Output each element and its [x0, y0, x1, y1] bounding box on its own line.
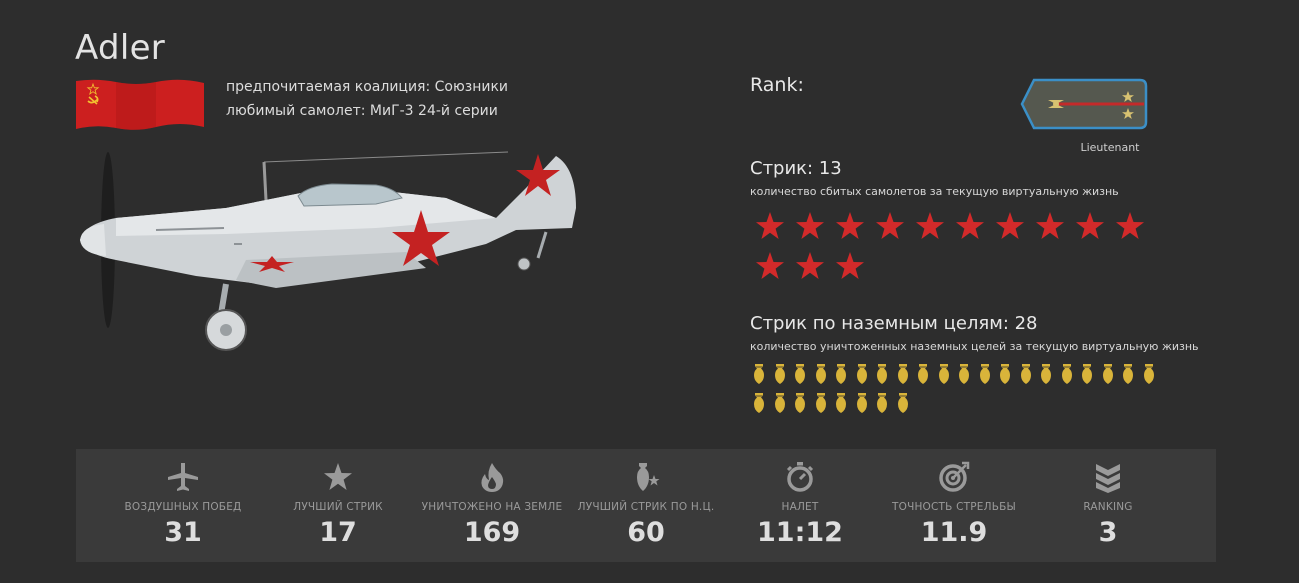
red-star-icon [794, 250, 826, 282]
red-star-icon [754, 210, 786, 242]
red-star-icon [994, 210, 1026, 242]
red-star-icon [954, 210, 986, 242]
bomb-icon [1102, 364, 1114, 384]
air-streak-title: Стрик: 13 [750, 158, 842, 179]
bomb-icon [999, 364, 1011, 384]
bomb-icon [1122, 364, 1134, 384]
red-star-icon [1114, 210, 1146, 242]
stat-value: 3 [1098, 517, 1118, 548]
stat-label: налет [781, 501, 819, 513]
stat-value: 169 [463, 517, 521, 548]
favorite-plane: любимый самолет: МиГ-3 24-й серии [226, 103, 498, 119]
stat-value: 31 [164, 517, 202, 548]
stat-value: 17 [319, 517, 357, 548]
bomb-icon [1040, 364, 1052, 384]
bomb-icon [979, 364, 991, 384]
star-icon [324, 463, 352, 490]
stat-label: ranking [1083, 501, 1133, 513]
stat-label: воздушных побед [124, 501, 242, 513]
bomb-icon [1081, 364, 1093, 384]
epaulette-icon [1020, 76, 1148, 132]
ground-streak-description: количество уничтоженных наземных целей з… [750, 340, 1199, 353]
red-star-icon [1074, 210, 1106, 242]
bomb-icon [794, 393, 806, 413]
plane-icon [168, 463, 198, 491]
bomb-icon [835, 393, 847, 413]
bomb-icon [856, 393, 868, 413]
preferred-coalition: предпочитаемая коалиция: Союзники [226, 79, 509, 95]
fire-icon [481, 463, 504, 492]
mig-3-aircraft-icon [76, 148, 580, 354]
bomb-icon [1143, 364, 1155, 384]
bomb-star-icon [637, 463, 660, 491]
bomb-icon [835, 364, 847, 384]
rank-name: Lieutenant [1080, 141, 1140, 154]
stat-label: лучший стрик [293, 501, 383, 513]
bomb-icon [815, 393, 827, 413]
bomb-icon [876, 364, 888, 384]
red-star-icon [874, 210, 906, 242]
red-star-icon [754, 250, 786, 282]
bomb-icon [753, 364, 765, 384]
bomb-icon [917, 364, 929, 384]
rank-chevron-icon [1096, 464, 1120, 493]
bomb-icon [876, 393, 888, 413]
stat-value: 11:12 [757, 517, 843, 548]
bomb-icon [1020, 364, 1032, 384]
stat-label: лучший стрик по н.ц. [577, 501, 715, 513]
pilot-name: Adler [75, 28, 166, 68]
stats-bar: воздушных побед 31 лучший стрик 17 уничт… [76, 449, 1216, 562]
red-star-icon [834, 250, 866, 282]
stat-label: точность стрельбы [891, 501, 1016, 513]
bomb-icon [897, 393, 909, 413]
bomb-icon [856, 364, 868, 384]
bomb-icon [753, 393, 765, 413]
red-star-icon [794, 210, 826, 242]
rank-label: Rank: [750, 74, 804, 96]
red-star-icon [1034, 210, 1066, 242]
air-streak-description: количество сбитых самолетов за текущую в… [750, 185, 1119, 198]
ground-streak-bombs [753, 364, 1163, 422]
bomb-icon [774, 393, 786, 413]
stat-label: уничтожено на земле [421, 501, 563, 513]
bomb-icon [794, 364, 806, 384]
red-star-icon [914, 210, 946, 242]
stopwatch-icon [786, 462, 814, 492]
ussr-flag-icon [76, 77, 204, 133]
bomb-icon [897, 364, 909, 384]
stat-value: 60 [627, 517, 665, 548]
bomb-icon [938, 364, 950, 384]
ground-streak-title: Стрик по наземным целям: 28 [750, 313, 1038, 334]
bomb-icon [958, 364, 970, 384]
target-icon [939, 461, 970, 492]
red-star-icon [834, 210, 866, 242]
bomb-icon [774, 364, 786, 384]
bomb-icon [815, 364, 827, 384]
air-streak-stars [754, 210, 1174, 290]
stat-value: 11.9 [920, 517, 988, 548]
bomb-icon [1061, 364, 1073, 384]
